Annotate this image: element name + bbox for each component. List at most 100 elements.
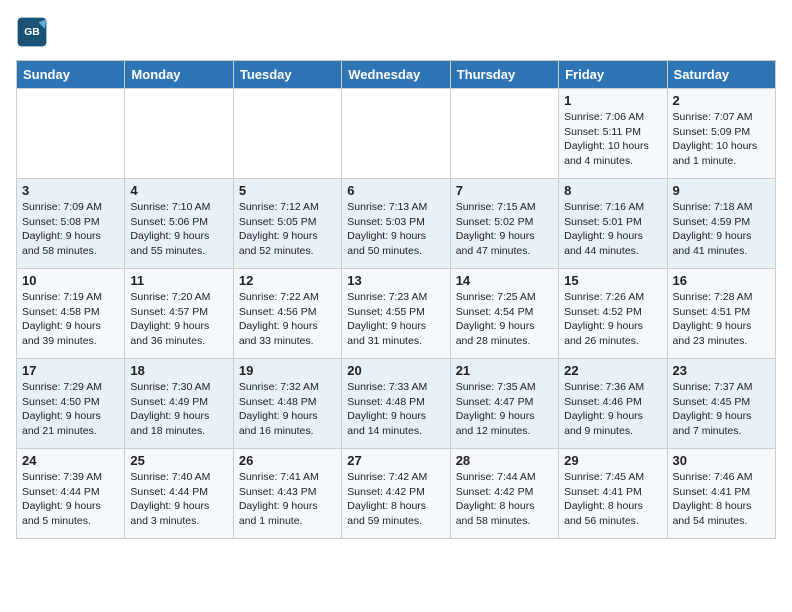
header-row: SundayMondayTuesdayWednesdayThursdayFrid… [17, 61, 776, 89]
calendar-cell: 4 Sunrise: 7:10 AM Sunset: 5:06 PM Daylig… [125, 179, 233, 269]
weekday-header: Saturday [667, 61, 775, 89]
calendar-cell: 15 Sunrise: 7:26 AM Sunset: 4:52 PM Dayli… [559, 269, 667, 359]
day-info: Sunrise: 7:29 AM Sunset: 4:50 PM Dayligh… [22, 380, 119, 439]
day-number: 16 [673, 273, 770, 288]
day-info: Sunrise: 7:09 AM Sunset: 5:08 PM Dayligh… [22, 200, 119, 259]
day-info: Sunrise: 7:42 AM Sunset: 4:42 PM Dayligh… [347, 470, 444, 529]
calendar-body: 1Sunrise: 7:06 AM Sunset: 5:11 PM Daylig… [17, 89, 776, 539]
day-info: Sunrise: 7:41 AM Sunset: 4:43 PM Dayligh… [239, 470, 336, 529]
day-number: 20 [347, 363, 444, 378]
calendar-cell: 30 Sunrise: 7:46 AM Sunset: 4:41 PM Dayli… [667, 449, 775, 539]
calendar-cell: 29 Sunrise: 7:45 AM Sunset: 4:41 PM Dayli… [559, 449, 667, 539]
calendar-cell: 13Sunrise: 7:23 AM Sunset: 4:55 PM Dayli… [342, 269, 450, 359]
day-number: 29 [564, 453, 661, 468]
weekday-header: Tuesday [233, 61, 341, 89]
day-number: 8 [564, 183, 661, 198]
calendar-cell [342, 89, 450, 179]
calendar-week-row: 17 Sunrise: 7:29 AM Sunset: 4:50 PM Dayli… [17, 359, 776, 449]
day-info: Sunrise: 7:40 AM Sunset: 4:44 PM Dayligh… [130, 470, 227, 529]
calendar-cell [233, 89, 341, 179]
day-number: 28 [456, 453, 553, 468]
calendar-cell: 9Sunrise: 7:18 AM Sunset: 4:59 PM Daylig… [667, 179, 775, 269]
calendar-cell: 14Sunrise: 7:25 AM Sunset: 4:54 PM Dayli… [450, 269, 558, 359]
calendar-cell [450, 89, 558, 179]
day-info: Sunrise: 7:45 AM Sunset: 4:41 PM Dayligh… [564, 470, 661, 529]
day-number: 18 [130, 363, 227, 378]
day-info: Sunrise: 7:18 AM Sunset: 4:59 PM Dayligh… [673, 200, 770, 259]
calendar-cell: 21 Sunrise: 7:35 AM Sunset: 4:47 PM Dayli… [450, 359, 558, 449]
calendar-cell: 25 Sunrise: 7:40 AM Sunset: 4:44 PM Dayli… [125, 449, 233, 539]
day-number: 26 [239, 453, 336, 468]
weekday-header: Sunday [17, 61, 125, 89]
day-number: 27 [347, 453, 444, 468]
day-number: 21 [456, 363, 553, 378]
day-info: Sunrise: 7:10 AM Sunset: 5:06 PM Dayligh… [130, 200, 227, 259]
calendar-cell: 20 Sunrise: 7:33 AM Sunset: 4:48 PM Dayli… [342, 359, 450, 449]
day-info: Sunrise: 7:35 AM Sunset: 4:47 PM Dayligh… [456, 380, 553, 439]
calendar-cell: 11 Sunrise: 7:20 AM Sunset: 4:57 PM Dayli… [125, 269, 233, 359]
day-number: 13 [347, 273, 444, 288]
day-number: 25 [130, 453, 227, 468]
day-info: Sunrise: 7:46 AM Sunset: 4:41 PM Dayligh… [673, 470, 770, 529]
day-number: 2 [673, 93, 770, 108]
calendar-cell: 23Sunrise: 7:37 AM Sunset: 4:45 PM Dayli… [667, 359, 775, 449]
logo-icon: GB [16, 16, 48, 48]
day-number: 30 [673, 453, 770, 468]
weekday-header: Thursday [450, 61, 558, 89]
calendar-header: SundayMondayTuesdayWednesdayThursdayFrid… [17, 61, 776, 89]
calendar-cell: 7Sunrise: 7:15 AM Sunset: 5:02 PM Daylig… [450, 179, 558, 269]
day-number: 10 [22, 273, 119, 288]
calendar-cell: 16 Sunrise: 7:28 AM Sunset: 4:51 PM Dayli… [667, 269, 775, 359]
calendar-week-row: 3 Sunrise: 7:09 AM Sunset: 5:08 PM Daylig… [17, 179, 776, 269]
day-info: Sunrise: 7:39 AM Sunset: 4:44 PM Dayligh… [22, 470, 119, 529]
calendar-week-row: 10 Sunrise: 7:19 AM Sunset: 4:58 PM Dayli… [17, 269, 776, 359]
day-info: Sunrise: 7:25 AM Sunset: 4:54 PM Dayligh… [456, 290, 553, 349]
calendar-cell: 6Sunrise: 7:13 AM Sunset: 5:03 PM Daylig… [342, 179, 450, 269]
day-info: Sunrise: 7:33 AM Sunset: 4:48 PM Dayligh… [347, 380, 444, 439]
day-info: Sunrise: 7:19 AM Sunset: 4:58 PM Dayligh… [22, 290, 119, 349]
calendar-cell: 5Sunrise: 7:12 AM Sunset: 5:05 PM Daylig… [233, 179, 341, 269]
calendar-cell: 1Sunrise: 7:06 AM Sunset: 5:11 PM Daylig… [559, 89, 667, 179]
calendar-cell: 17 Sunrise: 7:29 AM Sunset: 4:50 PM Dayli… [17, 359, 125, 449]
day-number: 24 [22, 453, 119, 468]
logo: GB [16, 16, 52, 48]
weekday-header: Wednesday [342, 61, 450, 89]
day-number: 19 [239, 363, 336, 378]
calendar-cell: 3 Sunrise: 7:09 AM Sunset: 5:08 PM Daylig… [17, 179, 125, 269]
day-number: 15 [564, 273, 661, 288]
day-info: Sunrise: 7:28 AM Sunset: 4:51 PM Dayligh… [673, 290, 770, 349]
calendar-cell: 24 Sunrise: 7:39 AM Sunset: 4:44 PM Dayli… [17, 449, 125, 539]
calendar-week-row: 24 Sunrise: 7:39 AM Sunset: 4:44 PM Dayli… [17, 449, 776, 539]
day-number: 1 [564, 93, 661, 108]
day-number: 4 [130, 183, 227, 198]
calendar-cell [17, 89, 125, 179]
day-info: Sunrise: 7:20 AM Sunset: 4:57 PM Dayligh… [130, 290, 227, 349]
calendar-cell: 18 Sunrise: 7:30 AM Sunset: 4:49 PM Dayli… [125, 359, 233, 449]
calendar-cell: 8 Sunrise: 7:16 AM Sunset: 5:01 PM Daylig… [559, 179, 667, 269]
day-number: 12 [239, 273, 336, 288]
weekday-header: Monday [125, 61, 233, 89]
calendar-cell: 10 Sunrise: 7:19 AM Sunset: 4:58 PM Dayli… [17, 269, 125, 359]
day-info: Sunrise: 7:07 AM Sunset: 5:09 PM Dayligh… [673, 110, 770, 169]
day-number: 7 [456, 183, 553, 198]
day-info: Sunrise: 7:30 AM Sunset: 4:49 PM Dayligh… [130, 380, 227, 439]
calendar-cell: 27 Sunrise: 7:42 AM Sunset: 4:42 PM Dayli… [342, 449, 450, 539]
calendar-cell [125, 89, 233, 179]
calendar-table: SundayMondayTuesdayWednesdayThursdayFrid… [16, 60, 776, 539]
day-number: 17 [22, 363, 119, 378]
day-info: Sunrise: 7:32 AM Sunset: 4:48 PM Dayligh… [239, 380, 336, 439]
day-number: 22 [564, 363, 661, 378]
day-info: Sunrise: 7:26 AM Sunset: 4:52 PM Dayligh… [564, 290, 661, 349]
day-number: 11 [130, 273, 227, 288]
day-number: 6 [347, 183, 444, 198]
day-number: 23 [673, 363, 770, 378]
day-info: Sunrise: 7:22 AM Sunset: 4:56 PM Dayligh… [239, 290, 336, 349]
day-number: 5 [239, 183, 336, 198]
day-info: Sunrise: 7:16 AM Sunset: 5:01 PM Dayligh… [564, 200, 661, 259]
calendar-cell: 28Sunrise: 7:44 AM Sunset: 4:42 PM Dayli… [450, 449, 558, 539]
weekday-header: Friday [559, 61, 667, 89]
day-number: 3 [22, 183, 119, 198]
calendar-cell: 2 Sunrise: 7:07 AM Sunset: 5:09 PM Daylig… [667, 89, 775, 179]
calendar-cell: 12 Sunrise: 7:22 AM Sunset: 4:56 PM Dayli… [233, 269, 341, 359]
calendar-cell: 19 Sunrise: 7:32 AM Sunset: 4:48 PM Dayli… [233, 359, 341, 449]
